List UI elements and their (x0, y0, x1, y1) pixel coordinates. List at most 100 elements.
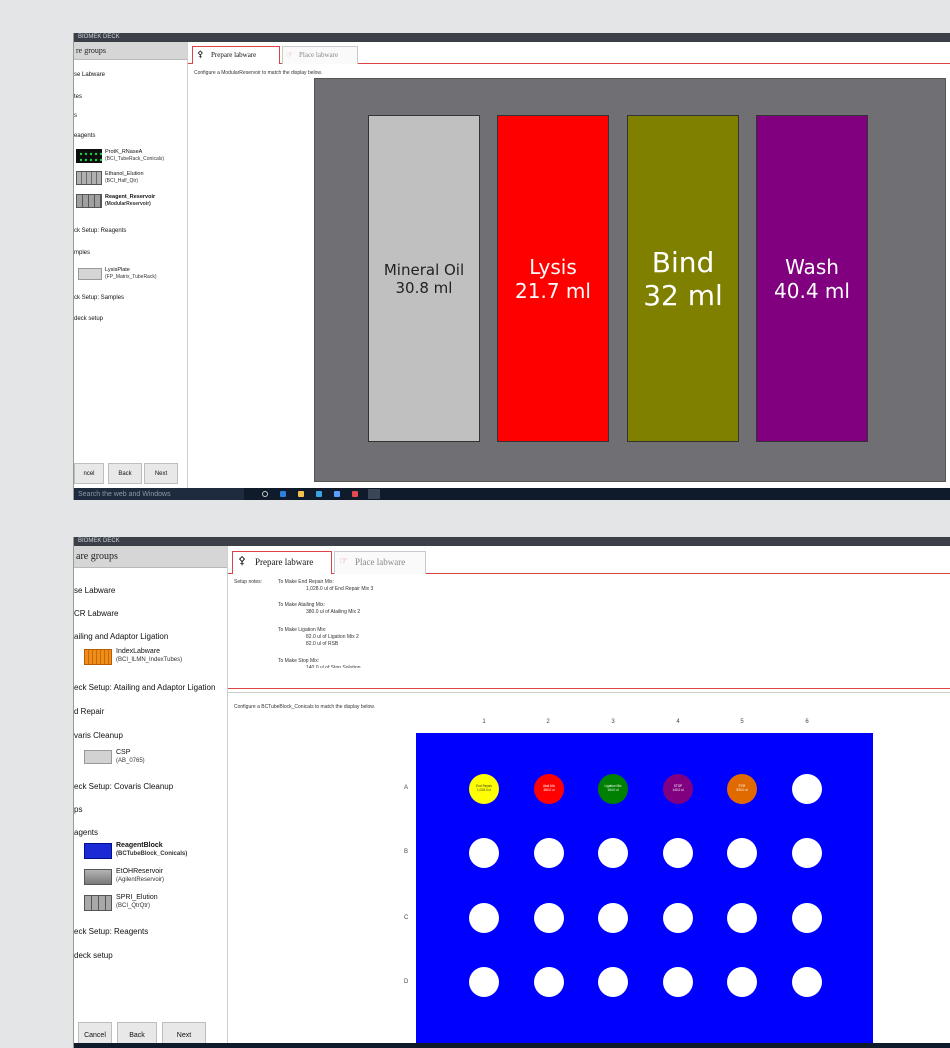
tube-d1[interactable] (469, 967, 499, 997)
sidebar-item-pcr-labware[interactable]: CR Labware (74, 609, 118, 618)
sidebar-item-reagents[interactable]: agents (74, 828, 98, 837)
sidebar-item-deck-setup-covaris[interactable]: eck Setup: Covaris Cleanup (74, 782, 173, 791)
taskbar-search-box[interactable]: Search the web and Windows (74, 488, 244, 500)
sidebar-item-atailing-ligation[interactable]: ailing and Adaptor Ligation (74, 632, 168, 641)
tube-b5[interactable] (727, 838, 757, 868)
tube-b1[interactable] (469, 838, 499, 868)
tube-d2[interactable] (534, 967, 564, 997)
tube-volume: 1,028.0 ul (476, 788, 491, 792)
next-button[interactable]: Next (144, 463, 178, 484)
tab-prepare-labware[interactable]: ⚴ Prepare labware (232, 551, 332, 574)
tube-block: End Repair 1,028.0 ul Atail Mix 380.0 ul… (416, 733, 873, 1045)
sidebar-item-deck-setup-reagents[interactable]: ck Setup: Reagents (74, 228, 126, 234)
tube-a4[interactable]: STOP 140.0 ul (663, 774, 693, 804)
sidebar-item-base-labware[interactable]: se Labware (74, 72, 105, 78)
note-detail: 1,028.0 ul of End Repair Mix 3 (306, 586, 374, 592)
labware-item-reagent-reservoir[interactable]: Reagent_Reservoir (ModularReservoir) (74, 191, 188, 211)
back-button[interactable]: Back (108, 463, 142, 484)
labware-item-ethanol-elution[interactable]: Ethanol_Elution (BCI_Half_Qtr) (74, 168, 188, 188)
sidebar-item-samples[interactable]: mples (74, 250, 90, 256)
app-icon[interactable] (334, 491, 340, 497)
sidebar-item-plates[interactable]: tes (74, 94, 82, 100)
reservoir-well-wash[interactable]: Wash 40.4 ml (756, 115, 868, 442)
labware-item-protk[interactable]: ProtK_RNaseA (BCI_TubeRack_Conicals) (74, 146, 188, 166)
tube-a2[interactable]: Atail Mix 380.0 ul (534, 774, 564, 804)
edge-browser-icon[interactable] (280, 491, 286, 497)
setup-notes-panel: Setup notes: To Make End Repair Mix: 1,0… (228, 577, 950, 689)
row-label: C (404, 915, 409, 921)
tube-d5[interactable] (727, 967, 757, 997)
well-volume: 32 ml (643, 278, 723, 312)
reservoir-well-mineral-oil[interactable]: Mineral Oil 30.8 ml (368, 115, 480, 442)
tab-label: Prepare labware (255, 557, 314, 567)
labware-name: ProtK_RNaseA (105, 149, 143, 155)
tube-b4[interactable] (663, 838, 693, 868)
well-volume: 21.7 ml (515, 278, 591, 303)
sidebar-item-deck-setup-reagents[interactable]: eck Setup: Reagents (74, 927, 148, 936)
labware-type: (BCTubeBlock_Conicals) (116, 851, 188, 857)
tab-place-labware[interactable]: ☞ Place labware (282, 46, 358, 64)
store-icon[interactable] (316, 491, 322, 497)
tube-volume: 530.0 ul (736, 788, 748, 792)
sidebar-item-final-deck-setup[interactable]: deck setup (74, 951, 113, 960)
sidebar-item-tips[interactable]: ps (74, 805, 82, 814)
tube-c4[interactable] (663, 903, 693, 933)
labware-name: LysisPlate (105, 267, 130, 273)
labware-type: (BCI_QtrQtr) (116, 903, 150, 909)
tab-place-labware[interactable]: ☞ Place labware (334, 551, 426, 574)
active-app-icon[interactable] (368, 489, 380, 499)
labware-item-lysis-plate[interactable]: LysisPlate (FP_Matrix_TubeRack) (74, 264, 188, 284)
labware-name: Ethanol_Elution (105, 171, 144, 177)
well-volume: 30.8 ml (395, 278, 453, 297)
tube-a5[interactable]: PCR 530.0 ul (727, 774, 757, 804)
tab-label: Place labware (355, 557, 406, 567)
labware-item-index-labware[interactable]: IndexLabware (BCI_ILMN_IndexTubes) (74, 644, 228, 670)
plate-icon (84, 750, 112, 764)
labware-item-spri-elution[interactable]: SPRI_Elution (BCI_QtrQtr) (74, 890, 228, 916)
hand-icon: ☞ (339, 556, 348, 567)
tube-c6[interactable] (792, 903, 822, 933)
task-view-icon[interactable] (262, 491, 268, 497)
well-name: Mineral Oil (383, 260, 465, 279)
file-explorer-icon[interactable] (298, 491, 304, 497)
tab-prepare-labware[interactable]: ⚴ Prepare labware (192, 46, 280, 64)
well-volume: 40.4 ml (774, 278, 850, 303)
tube-block-icon (84, 843, 112, 859)
sidebar-item-end-repair[interactable]: d Repair (74, 707, 104, 716)
tube-d4[interactable] (663, 967, 693, 997)
tube-a6[interactable] (792, 774, 822, 804)
sidebar-item-tips[interactable]: s (74, 113, 77, 119)
cancel-button[interactable]: ncel (74, 463, 104, 484)
flask-icon: ⚴ (197, 49, 204, 59)
tube-b6[interactable] (792, 838, 822, 868)
tube-a3[interactable]: Ligation Mix 164.0 ul (598, 774, 628, 804)
tube-b3[interactable] (598, 838, 628, 868)
note-detail: 380.0 ul of Atailing Mix 2 (306, 609, 361, 615)
flask-icon: ⚴ (238, 555, 247, 567)
biomek-icon[interactable] (352, 491, 358, 497)
sidebar-item-covaris-cleanup[interactable]: varis Cleanup (74, 731, 123, 740)
labware-item-csp[interactable]: CSP (AB_0765) (74, 744, 228, 770)
tube-c3[interactable] (598, 903, 628, 933)
labware-item-etoh-reservoir[interactable]: EtOHReservoir (AgilentReservoir) (74, 864, 228, 890)
window-title: BIOMEK DECK (78, 538, 120, 544)
note-detail: 82.0 ul of Ligation Mix 2 (306, 634, 359, 640)
sidebar-item-reagents[interactable]: eagents (74, 133, 95, 139)
tube-c5[interactable] (727, 903, 757, 933)
reservoir-well-lysis[interactable]: Lysis 21.7 ml (497, 115, 609, 442)
tube-a1[interactable]: End Repair 1,028.0 ul (469, 774, 499, 804)
tube-b2[interactable] (534, 838, 564, 868)
labware-type: (AgilentReservoir) (116, 877, 165, 883)
sidebar-item-deck-setup-atailing[interactable]: eck Setup: Atailing and Adaptor Ligation (74, 683, 215, 692)
tube-d6[interactable] (792, 967, 822, 997)
tube-c2[interactable] (534, 903, 564, 933)
labware-item-reagent-block[interactable]: ReagentBlock (BCTubeBlock_Conicals) (74, 838, 228, 864)
sidebar-item-base-labware[interactable]: se Labware (74, 586, 115, 595)
column-label: 2 (546, 719, 550, 725)
sidebar-item-final-deck-setup[interactable]: deck setup (74, 316, 103, 322)
sidebar-item-deck-setup-samples[interactable]: ck Setup: Samples (74, 295, 124, 301)
tube-d3[interactable] (598, 967, 628, 997)
column-label: 4 (676, 719, 680, 725)
reservoir-well-bind[interactable]: Bind 32 ml (627, 115, 739, 442)
tube-c1[interactable] (469, 903, 499, 933)
